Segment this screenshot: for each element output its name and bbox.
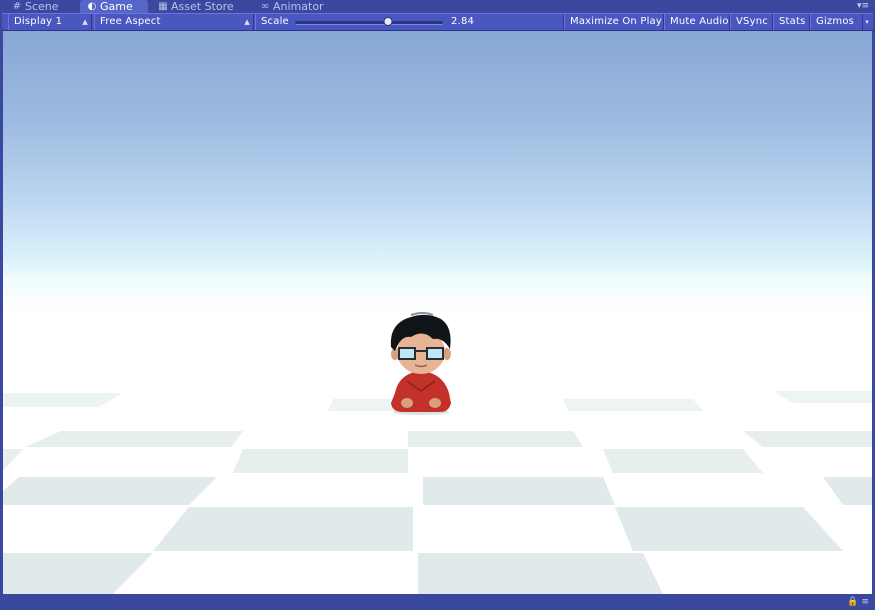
dropdown-arrow-icon: ▾ <box>862 14 869 30</box>
editor-tab-strip: # Scene ◐ Game ▦ Asset Store ∞ Animator … <box>0 0 875 13</box>
aspect-select-value: Free Aspect <box>100 16 161 27</box>
tab-scene[interactable]: # Scene <box>12 0 59 13</box>
game-viewport[interactable] <box>3 31 872 594</box>
updown-arrow-icon: ▲ <box>244 18 250 26</box>
status-icons: 🔒 ≡ <box>847 597 869 607</box>
floor-tiles-mid <box>3 431 872 473</box>
stats-label: Stats <box>779 16 806 27</box>
character-glasses-right <box>426 347 444 360</box>
tab-scene-label: Scene <box>25 0 59 13</box>
scale-slider[interactable] <box>295 17 443 26</box>
horizon-haze <box>3 275 872 295</box>
vsync-label: VSync <box>736 16 768 27</box>
maximize-on-play-toggle[interactable]: Maximize On Play <box>564 14 664 30</box>
character-glasses-left <box>398 347 416 360</box>
updown-arrow-icon: ▲ <box>82 18 88 26</box>
tab-asset-store-label: Asset Store <box>171 0 234 13</box>
panel-menu-icon[interactable]: ≡ <box>861 597 869 607</box>
grid-icon: # <box>12 1 22 12</box>
tab-game[interactable]: ◐ Game <box>80 0 148 13</box>
stats-toggle[interactable]: Stats <box>773 14 810 30</box>
scale-control: Scale 2.84 <box>255 14 564 30</box>
store-icon: ▦ <box>158 1 168 12</box>
tab-game-label: Game <box>100 0 133 13</box>
character-right-hand <box>429 398 441 408</box>
mute-audio-toggle[interactable]: Mute Audio <box>664 14 730 30</box>
display-select-value: Display 1 <box>14 16 63 27</box>
tab-menu-icon[interactable]: ▾≡ <box>857 0 869 13</box>
pacman-icon: ◐ <box>87 1 97 12</box>
animator-icon: ∞ <box>260 1 270 12</box>
scene-render <box>3 275 872 594</box>
editor-status-bar: 🔒 ≡ <box>0 594 875 610</box>
gizmos-dropdown[interactable]: Gizmos ▾ <box>810 14 872 30</box>
game-view-toolbar: Display 1 ▲ Free Aspect ▲ Scale 2.84 Max… <box>2 13 873 31</box>
tab-asset-store[interactable]: ▦ Asset Store <box>158 0 234 13</box>
vsync-toggle[interactable]: VSync <box>730 14 773 30</box>
scale-slider-thumb[interactable] <box>383 17 393 26</box>
scale-label: Scale <box>261 16 289 27</box>
lock-icon[interactable]: 🔒 <box>847 597 858 607</box>
maximize-on-play-label: Maximize On Play <box>570 16 662 27</box>
chibi-character[interactable] <box>390 312 451 412</box>
gizmos-label: Gizmos <box>816 16 855 27</box>
scale-value: 2.84 <box>451 16 475 27</box>
mute-audio-label: Mute Audio <box>670 16 729 27</box>
character-left-hand <box>401 398 413 408</box>
display-select[interactable]: Display 1 ▲ <box>8 14 92 30</box>
tab-animator-label: Animator <box>273 0 324 13</box>
tab-animator[interactable]: ∞ Animator <box>260 0 324 13</box>
aspect-select[interactable]: Free Aspect ▲ <box>94 14 254 30</box>
floor-tiles-near <box>3 477 872 594</box>
